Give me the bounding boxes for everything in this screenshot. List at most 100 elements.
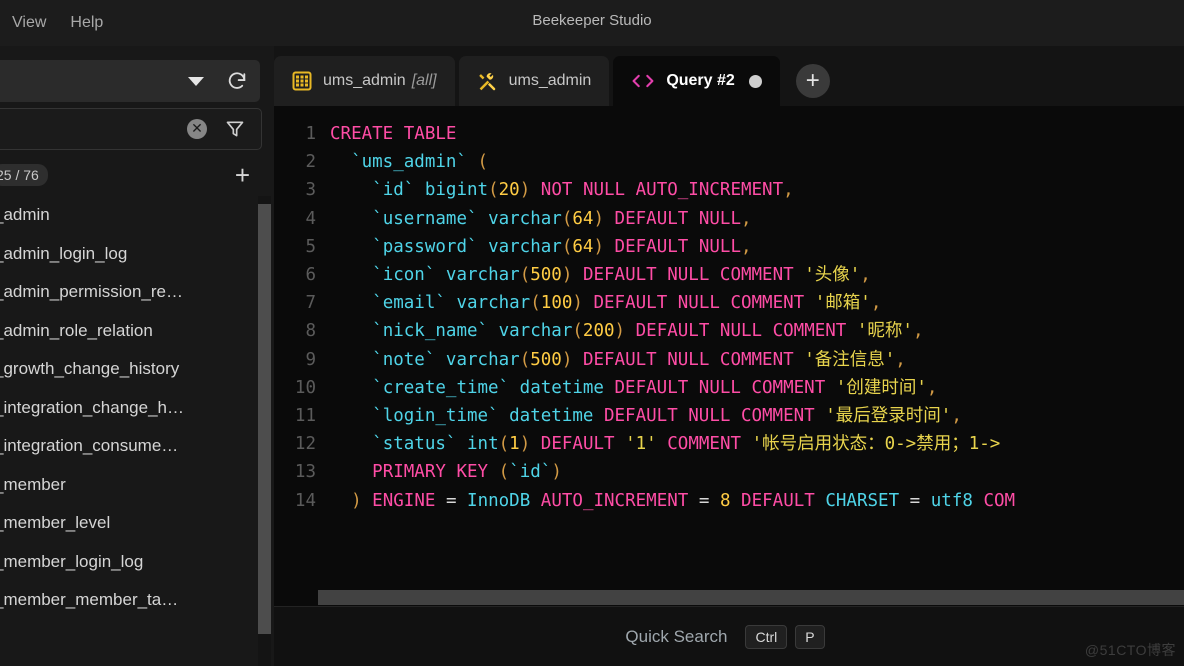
connection-dropdown[interactable] — [0, 60, 260, 102]
funnel-icon[interactable] — [225, 119, 245, 139]
line-number: 11 — [294, 406, 316, 427]
code-token: ( — [530, 293, 541, 314]
code-token: '帐号启用状态：0->禁用；1-> — [751, 434, 1001, 455]
unsaved-changes-dot[interactable] — [748, 74, 762, 88]
sql-code-content[interactable]: 1 CREATE TABLE 2 `ums_admin` (3 `id` bigin… — [274, 120, 1015, 515]
code-token: ) — [519, 180, 531, 201]
code-token: COMMENT — [667, 434, 742, 455]
clear-circle-icon[interactable]: ✕ — [187, 119, 207, 139]
sidebar-table-label: _member — [0, 474, 66, 494]
code-line: 12 `status` int(1) DEFAULT '1' COMMENT '… — [274, 430, 1015, 458]
sidebar-table-label: _admin_login_log — [0, 243, 128, 263]
sql-editor[interactable]: 1 CREATE TABLE 2 `ums_admin` (3 `id` bigin… — [274, 106, 1184, 606]
code-token: , — [860, 265, 871, 286]
code-line: 2 `ums_admin` ( — [274, 148, 1015, 176]
line-number: 5 — [305, 236, 316, 257]
app-title: Beekeeper Studio — [532, 12, 652, 29]
sidebar-table-item[interactable]: _member_login_log — [0, 543, 274, 582]
line-number: 2 — [305, 152, 316, 173]
code-token: DEFAULT NULL — [614, 208, 741, 229]
code-token: , — [870, 293, 882, 314]
table-list[interactable]: _admin _admin_login_log _admin_permission_… — [0, 196, 274, 666]
code-token: = — [909, 490, 921, 511]
code-token: , — [740, 208, 752, 229]
sidebar-table-item[interactable]: _member_level — [0, 504, 274, 543]
code-line: 13 PRIMARY KEY (`id`) — [274, 458, 1015, 486]
editor-hscrollbar-thumb[interactable] — [318, 590, 1184, 605]
code-token: NOT NULL AUTO_INCREMENT — [540, 180, 784, 201]
code-token: , — [740, 236, 752, 257]
sidebar-table-label: _integration_change_h… — [0, 397, 184, 417]
code-token: 200 — [582, 321, 615, 342]
sidebar-table-item[interactable]: _growth_change_history — [0, 350, 274, 389]
menu-view[interactable]: View — [2, 10, 56, 36]
sidebar-table-item[interactable]: _admin_permission_re… — [0, 273, 274, 312]
chevron-down-icon[interactable] — [188, 76, 204, 86]
code-token: ) — [614, 321, 626, 342]
code-token: `note` — [372, 349, 436, 370]
code-token: '创建时间' — [835, 377, 927, 398]
code-line: 8 `nick_name` varchar(200) DEFAULT NULL … — [274, 317, 1015, 345]
code-line: 10 `create_time` datetime DEFAULT NULL C… — [274, 374, 1015, 402]
tab-query-2[interactable]: Query #2 — [613, 56, 780, 106]
refresh-icon[interactable] — [226, 70, 248, 92]
code-token: `ums_admin` — [351, 152, 467, 173]
code-token: DEFAULT NULL COMMENT — [593, 293, 805, 314]
code-token: ) — [572, 293, 583, 314]
sidebar-table-item[interactable]: _admin_role_relation — [0, 312, 274, 351]
sidebar-scrollbar-thumb[interactable] — [258, 204, 271, 634]
code-token: '备注信息' — [804, 349, 896, 370]
line-number: 10 — [294, 377, 316, 398]
code-token: , — [895, 349, 906, 370]
line-number: 9 — [305, 349, 316, 370]
code-token: 500 — [530, 349, 562, 370]
add-table-button[interactable]: + — [235, 162, 250, 188]
tables-header: 25 / 76 + — [0, 156, 274, 194]
code-token: COM — [983, 490, 1016, 511]
code-token: DEFAULT — [540, 434, 615, 455]
tab-label: Query #2 — [666, 72, 735, 89]
code-line: 9 `note` varchar(500) DEFAULT NULL COMME… — [274, 346, 1015, 374]
code-token: `login_time` — [372, 406, 499, 427]
code-token: ( — [572, 321, 583, 342]
tab-ums-admin[interactable]: ums_admin — [458, 56, 610, 106]
code-token: , — [912, 321, 924, 342]
table-filter-input[interactable]: ✕ — [0, 108, 262, 150]
sidebar-table-item[interactable]: _integration_consume… — [0, 427, 274, 466]
code-token: bigint — [424, 180, 489, 201]
add-tab-button[interactable]: + — [795, 64, 830, 98]
menu-help[interactable]: Help — [60, 10, 113, 36]
sidebar-table-item[interactable]: _member — [0, 466, 274, 505]
code-token: ) — [351, 490, 362, 511]
code-token: , — [783, 180, 794, 201]
sidebar-table-item[interactable]: _member_member_ta… — [0, 581, 274, 620]
code-token: varchar — [488, 208, 562, 229]
line-number: 7 — [305, 293, 316, 314]
code-token: datetime — [509, 406, 594, 427]
shortcut-key-p: P — [795, 625, 825, 649]
tab-ums-admin[interactable]: ums_admin [all] — [274, 56, 455, 106]
sidebar-table-item[interactable]: _admin — [0, 196, 274, 235]
code-token: DEFAULT NULL COMMENT — [603, 406, 815, 427]
sidebar-table-label: _admin_role_relation — [0, 320, 153, 340]
code-token: `email` — [372, 293, 446, 314]
quick-search-label[interactable]: Quick Search — [625, 627, 727, 647]
sidebar-table-item[interactable]: _admin_login_log — [0, 235, 274, 274]
code-token: `create_time` — [372, 377, 510, 398]
sidebar-table-item[interactable]: _integration_change_h… — [0, 389, 274, 428]
